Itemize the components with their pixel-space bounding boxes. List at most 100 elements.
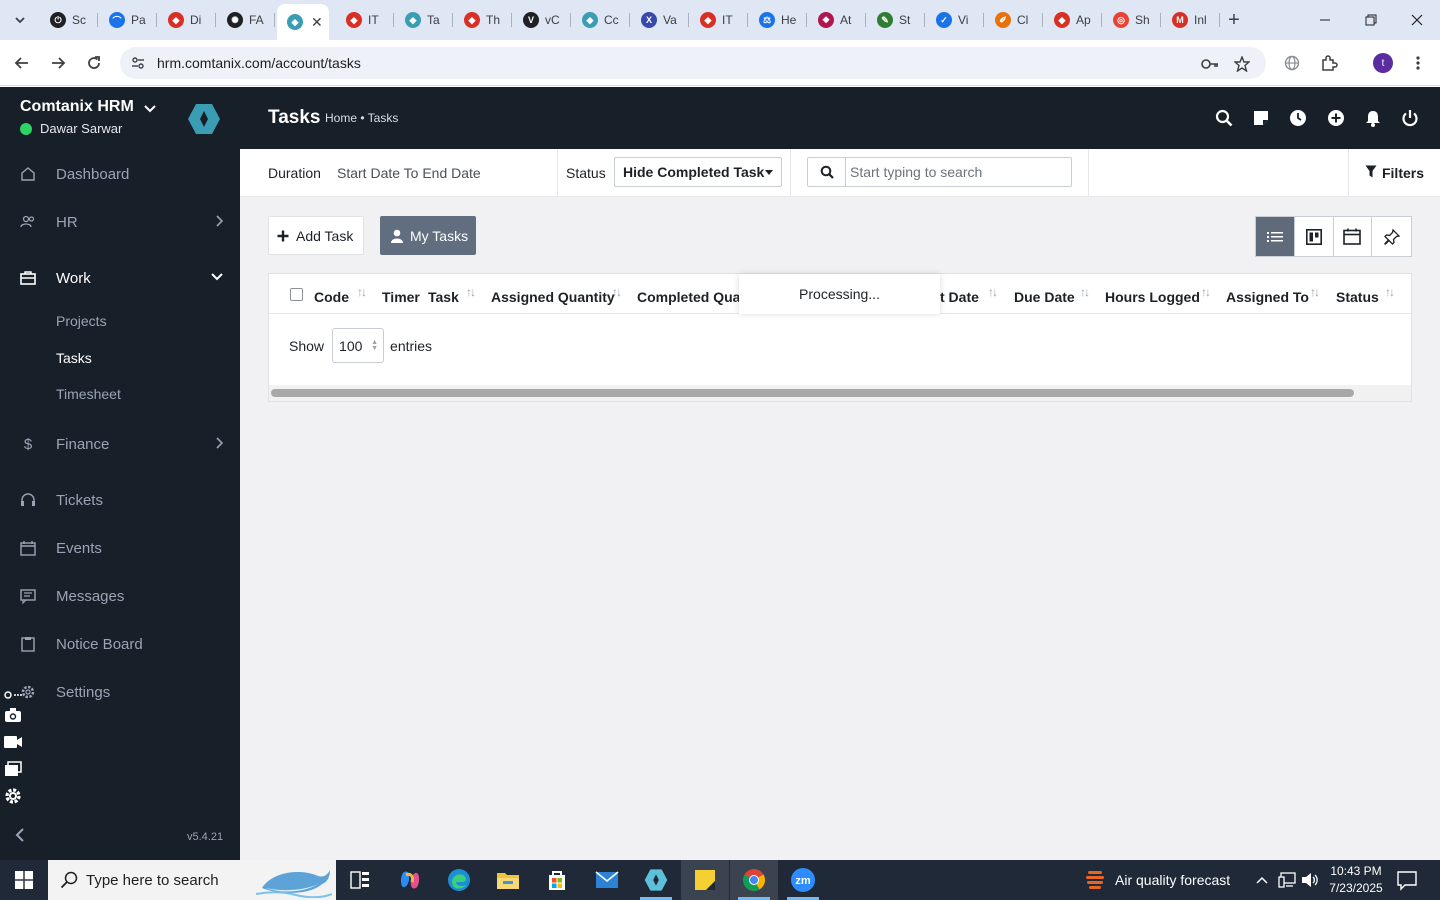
column-header-hours-logged[interactable]: Hours Logged: [1105, 289, 1200, 305]
sidebar-item-tickets[interactable]: Tickets: [0, 480, 240, 520]
chrome-icon[interactable]: [730, 860, 778, 900]
sidebar-item-hr[interactable]: HR: [0, 202, 240, 242]
bookmark-star-icon[interactable]: [1231, 53, 1253, 75]
reload-icon[interactable]: [80, 49, 108, 77]
pin-icon[interactable]: [1372, 217, 1411, 256]
browser-tab[interactable]: ❖ At: [808, 4, 866, 36]
mail-icon[interactable]: [583, 860, 631, 900]
sidebar-item-work[interactable]: Work: [0, 258, 240, 298]
browser-tab[interactable]: ✎ St: [867, 4, 925, 36]
video-camera-icon[interactable]: [0, 731, 26, 753]
back-icon[interactable]: [8, 49, 36, 77]
sort-icon[interactable]: ↑↓: [1310, 285, 1320, 299]
list-view-icon[interactable]: [1256, 217, 1295, 256]
windows-stack-icon[interactable]: [0, 758, 26, 780]
browser-tab[interactable]: VvC: [513, 4, 571, 36]
calendar-view-icon[interactable]: [1334, 217, 1373, 256]
browser-tab[interactable]: ✺ FA: [217, 4, 275, 36]
browser-tab[interactable]: ◆ Ap: [1044, 4, 1102, 36]
column-header-completed-quantity[interactable]: Completed Quan: [637, 289, 749, 305]
select-all-checkbox[interactable]: [290, 288, 303, 301]
column-header-due-date[interactable]: Due Date: [1014, 289, 1075, 305]
clock-icon[interactable]: [1287, 107, 1309, 129]
chrome-menu-icon[interactable]: [1404, 49, 1432, 77]
column-header-assigned-to[interactable]: Assigned To: [1226, 289, 1309, 305]
close-window-button[interactable]: [1394, 0, 1440, 40]
sort-icon[interactable]: ↑↓: [612, 285, 622, 299]
notification-center-icon[interactable]: [1396, 869, 1418, 891]
sidebar-item-dashboard[interactable]: Dashboard: [0, 154, 240, 194]
status-select[interactable]: Hide Completed Task: [614, 157, 782, 187]
volume-icon[interactable]: [1300, 870, 1320, 890]
taskbar-search[interactable]: Type here to search: [48, 860, 336, 900]
sidebar-item-notice-board[interactable]: Notice Board: [0, 624, 240, 664]
horizontal-scrollbar[interactable]: [269, 385, 1411, 401]
minimize-button[interactable]: [1302, 0, 1348, 40]
browser-tab[interactable]: ⏻ Sc: [40, 4, 98, 36]
browser-tab[interactable]: ◆ Ta: [395, 4, 453, 36]
copilot-icon[interactable]: [386, 860, 434, 900]
zoom-icon[interactable]: zm: [779, 860, 827, 900]
browser-tab[interactable]: ◆ Th: [454, 4, 512, 36]
weather-widget[interactable]: Air quality forecast: [1084, 860, 1230, 900]
bell-icon[interactable]: [1362, 107, 1384, 129]
sort-icon[interactable]: ↑↓: [357, 285, 367, 299]
sticky-note-icon[interactable]: [1250, 107, 1272, 129]
duration-range-input[interactable]: Start Date To End Date: [337, 165, 481, 181]
filters-button[interactable]: Filters: [1348, 149, 1440, 197]
forward-icon[interactable]: [44, 49, 72, 77]
browser-tab[interactable]: M Inl: [1162, 4, 1220, 36]
sticky-notes-icon[interactable]: [681, 860, 729, 900]
network-icon[interactable]: [1277, 870, 1297, 890]
sort-icon[interactable]: ↑↓: [466, 285, 476, 299]
sort-icon[interactable]: ↑↓: [1201, 285, 1211, 299]
column-header-status[interactable]: Status: [1336, 289, 1379, 305]
sidebar-item-finance[interactable]: $ Finance: [0, 424, 240, 464]
sidebar-item-settings[interactable]: Settings: [0, 672, 240, 712]
kanban-board-icon[interactable]: [1295, 217, 1334, 256]
column-header-start-date[interactable]: t Date: [940, 289, 979, 305]
chevron-up-icon[interactable]: [1252, 870, 1272, 890]
sidebar-subitem-projects[interactable]: Projects: [56, 313, 107, 329]
browser-tab[interactable]: ⌒ Pa: [99, 4, 157, 36]
power-icon[interactable]: [1399, 107, 1421, 129]
site-settings-icon[interactable]: [128, 53, 148, 73]
url-text[interactable]: hrm.comtanix.com/account/tasks: [157, 55, 361, 71]
camera-icon[interactable]: [0, 704, 26, 726]
sidebar-subitem-timesheet[interactable]: Timesheet: [56, 386, 121, 402]
column-header-code[interactable]: Code: [314, 289, 349, 305]
windows-start-icon[interactable]: [0, 860, 48, 900]
tab-search-chevron-icon[interactable]: [8, 8, 32, 32]
edge-browser-icon[interactable]: [435, 860, 483, 900]
browser-tab[interactable]: ◆ IT: [690, 4, 748, 36]
sort-icon[interactable]: ↑↓: [988, 285, 998, 299]
add-task-button[interactable]: Add Task: [268, 216, 364, 255]
comtanix-app-icon[interactable]: [632, 860, 680, 900]
collapse-sidebar-icon[interactable]: [14, 827, 26, 846]
browser-tab-active[interactable]: ◆ ✕: [277, 4, 329, 40]
my-tasks-button[interactable]: My Tasks: [380, 216, 476, 255]
browser-tab[interactable]: ✐ Cl: [985, 4, 1043, 36]
column-header-assigned-quantity[interactable]: Assigned Quantity: [491, 289, 615, 305]
browser-tab[interactable]: ✓ Vi: [926, 4, 984, 36]
scrollbar-thumb[interactable]: [271, 389, 1354, 397]
browser-tab[interactable]: ◆ Di: [158, 4, 216, 36]
address-bar[interactable]: hrm.comtanix.com/account/tasks: [120, 47, 1266, 79]
chevron-down-icon[interactable]: [144, 101, 156, 117]
task-view-icon[interactable]: [336, 860, 384, 900]
column-header-task[interactable]: Task: [428, 289, 459, 305]
close-tab-icon[interactable]: ✕: [311, 14, 323, 31]
browser-tab[interactable]: ◆ IT: [336, 4, 394, 36]
sidebar-item-messages[interactable]: Messages: [0, 576, 240, 616]
profile-avatar[interactable]: t: [1373, 53, 1393, 73]
sidebar-item-events[interactable]: Events: [0, 528, 240, 568]
settings-gear-icon[interactable]: [0, 785, 26, 807]
restore-button[interactable]: [1348, 0, 1394, 40]
search-icon[interactable]: [1213, 107, 1235, 129]
sort-icon[interactable]: ↑↓: [1385, 285, 1395, 299]
search-box[interactable]: [807, 157, 1072, 187]
sort-icon[interactable]: ↑↓: [1080, 285, 1090, 299]
password-key-icon[interactable]: [1199, 53, 1221, 75]
add-circle-icon[interactable]: [1325, 107, 1347, 129]
translate-globe-icon[interactable]: [1278, 49, 1306, 77]
